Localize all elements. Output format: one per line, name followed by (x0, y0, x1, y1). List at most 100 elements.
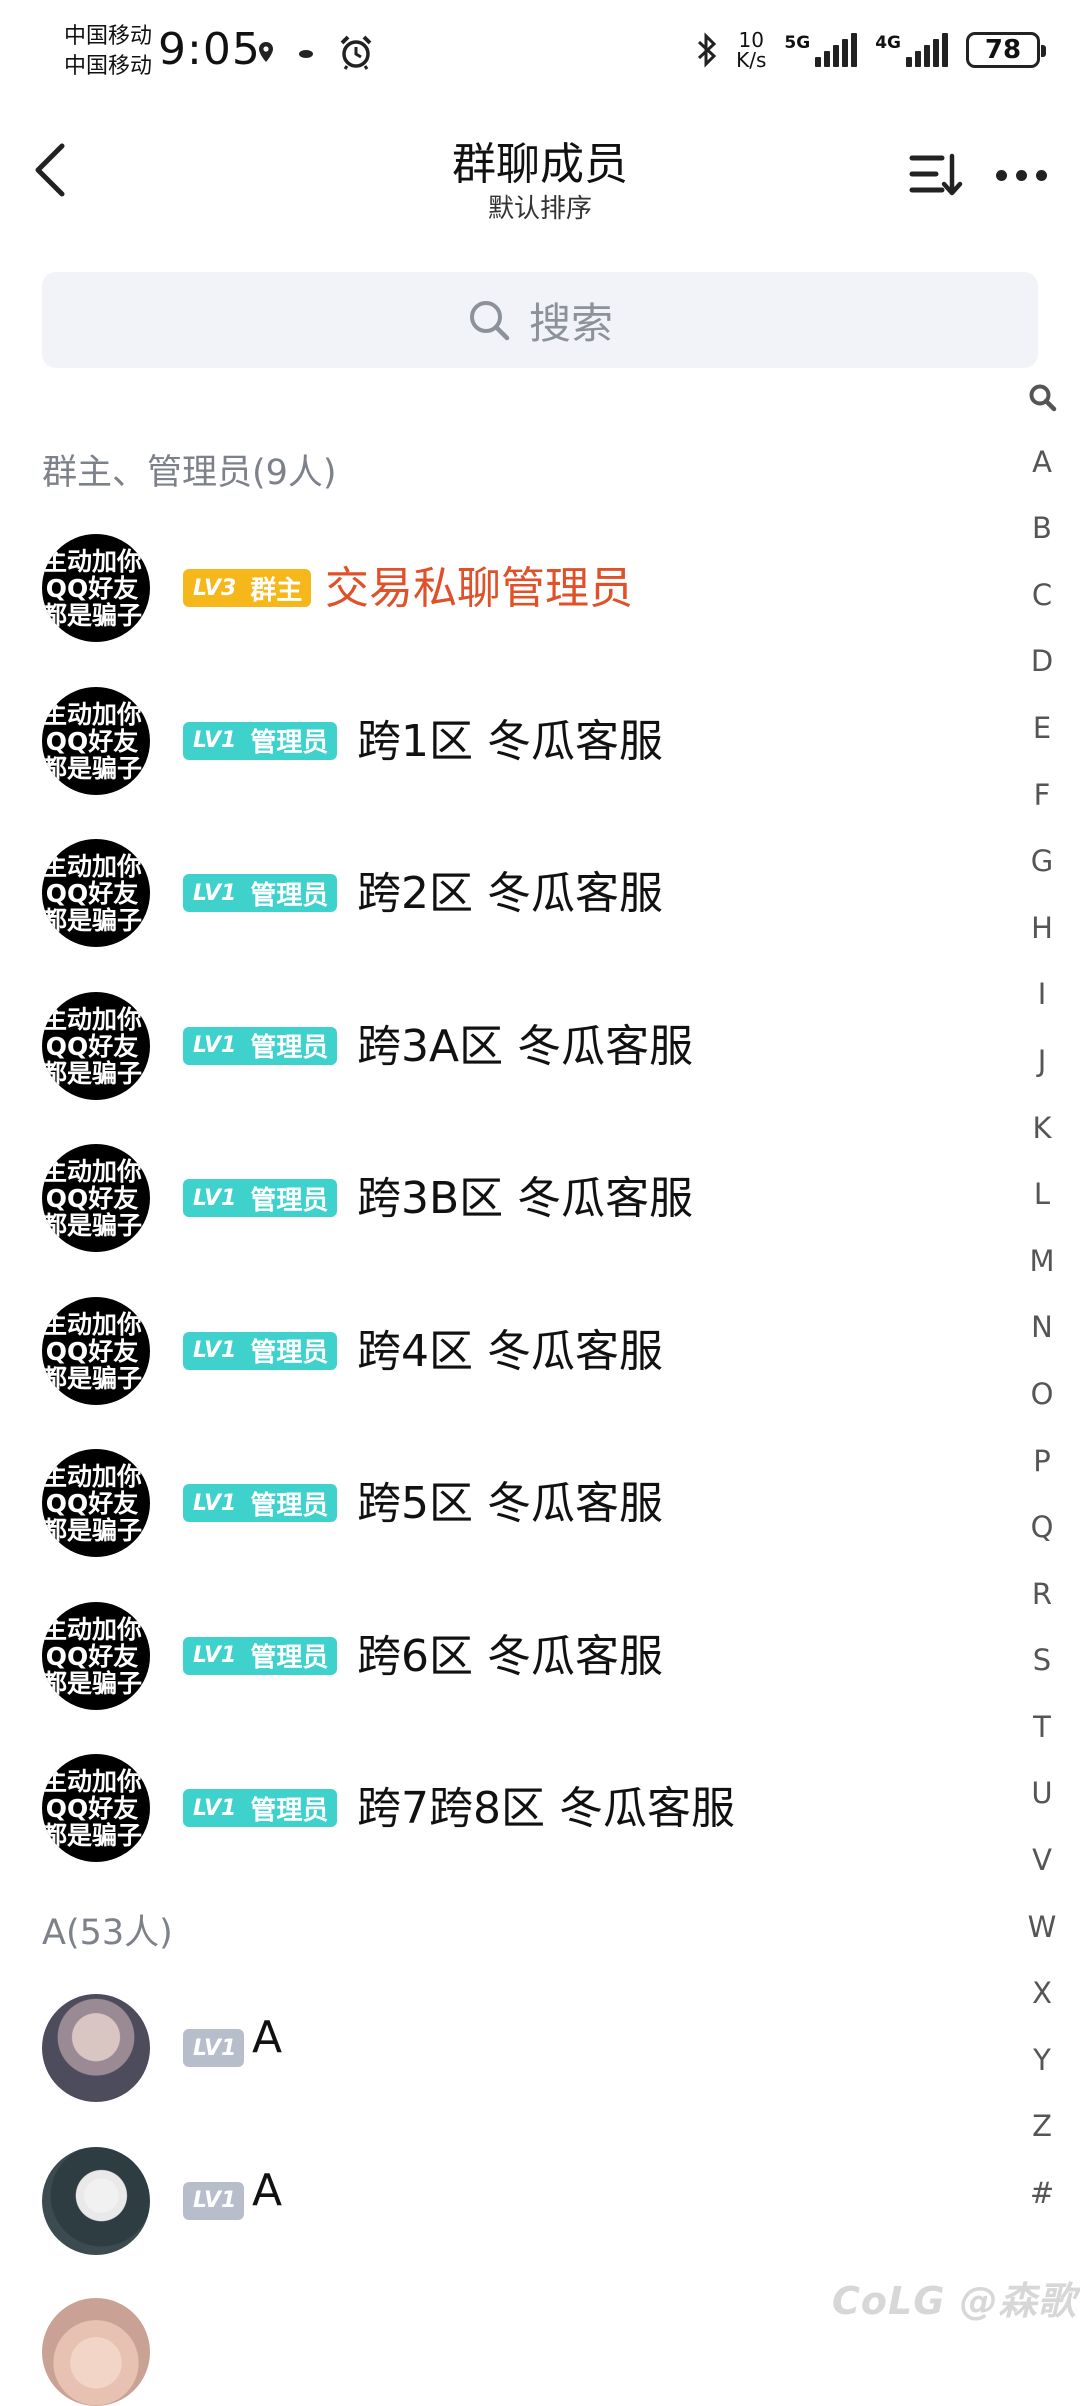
index-letter[interactable]: Z (1020, 2093, 1064, 2160)
index-letter[interactable]: T (1020, 1694, 1064, 1761)
member-row[interactable]: LV1 A (0, 1972, 1000, 2124)
admin-badge: LV1 管理员 (183, 721, 338, 760)
section-header-admins: 群主、管理员(9人) (42, 453, 337, 493)
avatar-text: 主动加你 QQ好友 都是骗子 (42, 1463, 150, 1544)
index-letter[interactable]: G (1020, 828, 1064, 895)
member-row[interactable]: 主动加你 QQ好友 都是骗子 LV1 管理员 跨7跨8区 冬瓜客服 (0, 1732, 1000, 1884)
index-letter[interactable]: I (1020, 961, 1064, 1028)
index-letter[interactable]: # (1020, 2160, 1064, 2227)
signal-5g-icon: 5G (784, 33, 858, 67)
admin-badge: LV1 管理员 (183, 1636, 338, 1675)
index-search-icon[interactable] (1020, 362, 1064, 429)
avatar-text-line: 主动加你 (42, 1614, 142, 1644)
index-letter[interactable]: P (1020, 1428, 1064, 1495)
index-letter[interactable]: B (1020, 495, 1064, 562)
member-avatar[interactable]: 主动加你 QQ好友 都是骗子 (42, 839, 150, 947)
member-avatar[interactable]: 主动加你 QQ好友 都是骗子 (42, 686, 150, 795)
index-letter[interactable]: A (1020, 429, 1064, 496)
avatar-text-line: QQ好友 (45, 726, 139, 756)
avatar-text: 主动加你 QQ好友 都是骗子 (42, 1006, 150, 1087)
index-letter[interactable]: C (1020, 562, 1064, 629)
location-icon (259, 42, 273, 62)
level-label: LV1 (193, 2188, 237, 2213)
index-letter[interactable]: S (1020, 1627, 1064, 1694)
index-letter[interactable]: E (1020, 695, 1064, 762)
avatar-text: 主动加你 QQ好友 都是骗子 (42, 701, 150, 782)
carrier-2: 中国移动 (64, 54, 153, 79)
admin-badge: LV1 管理员 (183, 1026, 338, 1065)
index-letter[interactable]: O (1020, 1361, 1064, 1428)
member-row[interactable]: 主动加你 QQ好友 都是骗子 LV1 管理员 跨3B区 冬瓜客服 (0, 1122, 1000, 1274)
index-letter[interactable]: R (1020, 1561, 1064, 1628)
section-header-a: A(53人) (42, 1913, 173, 1953)
role-label: 管理员 (250, 1033, 329, 1063)
member-name: 跨5区 冬瓜客服 (357, 1478, 663, 1529)
index-letter[interactable]: V (1020, 1827, 1064, 1894)
level-label: LV1 (193, 1643, 237, 1668)
member-row[interactable]: 主动加你 QQ好友 都是骗子 LV1 管理员 跨2区 冬瓜客服 (0, 817, 1000, 969)
index-letter[interactable]: F (1020, 762, 1064, 829)
avatar-text-line: QQ好友 (45, 1031, 139, 1061)
member-name: A (252, 2164, 283, 2216)
avatar-text-line: QQ好友 (45, 1794, 139, 1823)
level-badge: LV1 (183, 2181, 245, 2220)
member-avatar[interactable] (42, 2146, 150, 2255)
role-label: 管理员 (250, 1490, 329, 1521)
member-avatar[interactable]: 主动加你 QQ好友 都是骗子 (42, 1144, 150, 1252)
index-letter[interactable]: J (1020, 1028, 1064, 1095)
index-letter[interactable]: W (1020, 1894, 1064, 1961)
bluetooth-icon (698, 32, 717, 68)
search-placeholder: 搜索 (528, 298, 613, 348)
member-row[interactable]: 主动加你 QQ好友 都是骗子 LV3 群主 交易私聊管理员 (0, 512, 1000, 664)
alphabet-index-bar[interactable]: A B C D E F G H I J K L M N O P Q R S T U V W X Y Z # (1020, 362, 1064, 2227)
member-row[interactable]: 主动加你 QQ好友 都是骗子 LV1 管理员 跨3A区 冬瓜客服 (0, 970, 1000, 1122)
member-name: 跨2区 冬瓜客服 (357, 868, 663, 919)
more-options-button[interactable] (996, 160, 1056, 190)
member-row[interactable]: 主动加你 QQ好友 都是骗子 LV1 管理员 跨1区 冬瓜客服 (0, 665, 1000, 817)
index-letter[interactable]: D (1020, 628, 1064, 695)
role-label: 管理员 (250, 1643, 329, 1673)
member-avatar[interactable]: 主动加你 QQ好友 都是骗子 (42, 1601, 150, 1710)
avatar-text-line: 主动加你 (42, 699, 142, 729)
network-speed: 10 K/s (736, 30, 766, 70)
avatar-text-line: 都是骗子 (42, 753, 142, 783)
member-avatar[interactable]: 主动加你 QQ好友 都是骗子 (42, 1449, 150, 1557)
member-row[interactable]: 主动加你 QQ好友 都是骗子 LV1 管理员 跨6区 冬瓜客服 (0, 1580, 1000, 1732)
member-row[interactable]: LV1 A (0, 2125, 1000, 2277)
index-letter[interactable]: M (1020, 1228, 1064, 1295)
member-avatar[interactable] (42, 2298, 150, 2406)
level-label: LV3 (193, 575, 237, 601)
index-letter[interactable]: L (1020, 1161, 1064, 1228)
index-letter[interactable]: X (1020, 1960, 1064, 2027)
member-avatar[interactable]: 主动加你 QQ好友 都是骗子 (42, 991, 150, 1100)
search-bar[interactable]: 搜索 (42, 272, 1038, 368)
avatar-text-line: 主动加你 (42, 547, 142, 576)
member-avatar[interactable]: 主动加你 QQ好友 都是骗子 (42, 534, 150, 642)
avatar-text: 主动加你 QQ好友 都是骗子 (42, 853, 150, 934)
level-label: LV1 (193, 880, 237, 906)
sort-button[interactable] (908, 150, 964, 202)
avatar-text-line: 主动加你 (42, 1004, 142, 1034)
avatar-text-line: 都是骗子 (42, 1363, 142, 1393)
signal-4g-label: 4G (875, 33, 901, 53)
sort-icon (909, 153, 963, 196)
watermark: CoLG @森歌 (832, 2279, 1077, 2323)
more-dot (1016, 169, 1027, 181)
index-letter[interactable]: U (1020, 1760, 1064, 1827)
member-avatar[interactable]: 主动加你 QQ好友 都是骗子 (42, 1296, 150, 1405)
member-row[interactable]: 主动加你 QQ好友 都是骗子 LV1 管理员 跨4区 冬瓜客服 (0, 1275, 1000, 1427)
signal-4g-icon: 4G (875, 33, 948, 67)
avatar-text-line: QQ好友 (45, 1489, 139, 1518)
member-name: 跨6区 冬瓜客服 (357, 1630, 663, 1682)
member-avatar[interactable] (42, 1994, 150, 2102)
avatar-text-line: 都是骗子 (42, 1821, 142, 1850)
index-letter[interactable]: K (1020, 1095, 1064, 1162)
index-letter[interactable]: Q (1020, 1494, 1064, 1561)
index-letter[interactable]: H (1020, 895, 1064, 962)
avatar-text-line: 都是骗子 (42, 1058, 142, 1088)
index-letter[interactable]: N (1020, 1294, 1064, 1361)
index-letter[interactable]: Y (1020, 2027, 1064, 2094)
role-label: 管理员 (250, 880, 329, 911)
member-avatar[interactable]: 主动加你 QQ好友 都是骗子 (42, 1754, 150, 1862)
member-row[interactable]: 主动加你 QQ好友 都是骗子 LV1 管理员 跨5区 冬瓜客服 (0, 1427, 1000, 1579)
